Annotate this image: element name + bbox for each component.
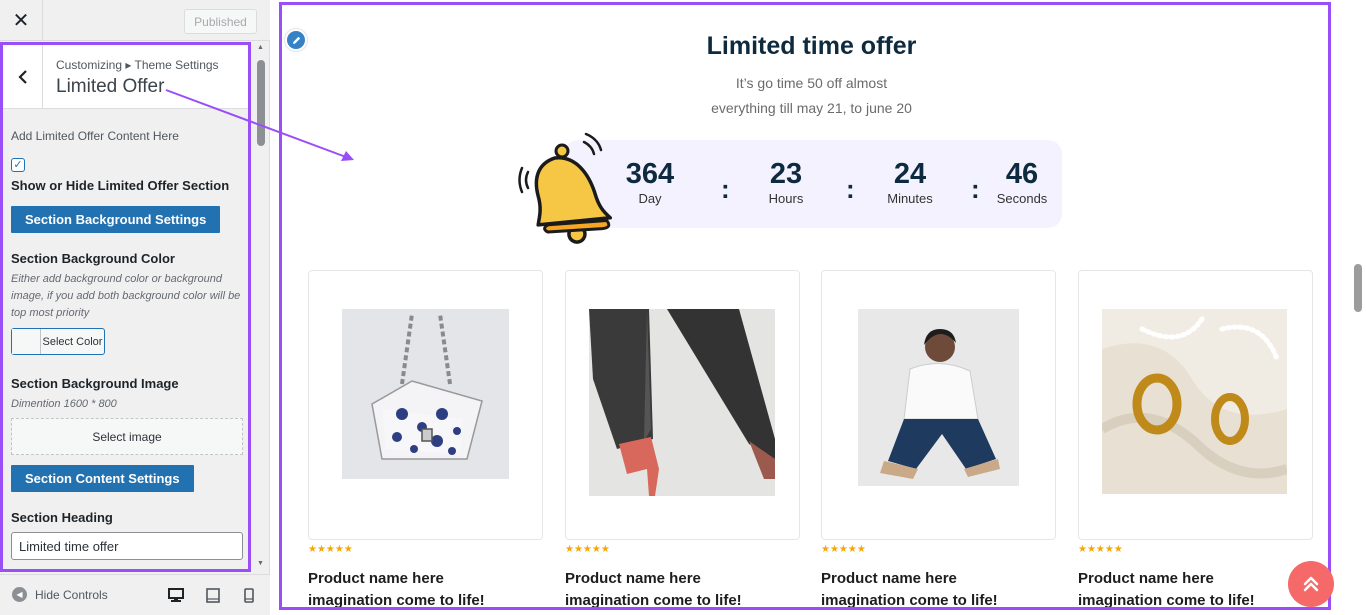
product-name-line1: Product name here (821, 570, 957, 587)
panel-controls: Add Limited Offer Content Here ✓ Show or… (11, 129, 243, 560)
hours-label: Hours (768, 191, 804, 206)
separator: : (846, 174, 855, 204)
bg-image-label: Section Background Image (11, 376, 179, 391)
panel-header: Customizing ▸ Theme Settings Limited Off… (3, 45, 248, 109)
product-name-line2: imagination come to life! (821, 592, 998, 609)
close-icon: ✕ (12, 10, 30, 32)
days-value: 364 (625, 158, 675, 190)
product-image-frame[interactable] (565, 270, 800, 540)
product-name-line1: Product name here (1078, 570, 1214, 587)
scroll-to-top-button[interactable] (1288, 561, 1334, 607)
offer-subtitle-line1: It’s go time 50 off almost (735, 75, 888, 91)
preview-scrollbar-thumb[interactable] (1354, 264, 1362, 312)
show-hide-label: Show or Hide Limited Offer Section (11, 178, 230, 193)
product-name-line2: imagination come to life! (1078, 592, 1255, 609)
offer-subtitle: It’s go time 50 off almost everything ti… (282, 71, 1328, 121)
separator: : (721, 174, 730, 204)
sidebar-scrollbar[interactable]: ▲ ▼ (254, 42, 268, 572)
preview-scrollbar[interactable] (1350, 0, 1366, 615)
select-image-button[interactable]: Select image (11, 418, 243, 455)
section-background-settings-button[interactable]: Section Background Settings (11, 206, 221, 233)
product-name[interactable]: Product name here imagination come to li… (1078, 568, 1313, 609)
product-name-line1: Product name here (308, 570, 444, 587)
mobile-icon (244, 587, 254, 603)
product-rating: ★★★★★ (1078, 544, 1123, 555)
show-hide-checkbox-wrap: ✓ (11, 158, 243, 172)
seconds-value: 46 (1005, 158, 1039, 190)
customizer-footer: ◀ Hide Controls (0, 574, 270, 615)
bell-icon (518, 132, 613, 244)
product-image-frame[interactable] (1078, 270, 1313, 540)
desktop-icon (168, 587, 184, 602)
back-button[interactable] (3, 45, 43, 109)
product-image-frame[interactable] (308, 270, 543, 540)
product-card[interactable]: ★★★★★ Product name here imagination come… (821, 270, 1056, 609)
offer-subtitle-line2: everything till may 21, to june 20 (711, 100, 912, 116)
hours-value: 23 (769, 158, 803, 190)
collapse-icon: ◀ (12, 587, 27, 602)
scroll-down-arrow-icon[interactable]: ▼ (257, 560, 264, 567)
product-card[interactable]: ★★★★★ Product name here imagination come… (1078, 270, 1313, 609)
product-name-line1: Product name here (565, 570, 701, 587)
intro-text: Add Limited Offer Content Here (11, 129, 179, 143)
tablet-icon (206, 587, 220, 603)
separator: : (971, 174, 980, 204)
minutes-value: 24 (893, 158, 927, 190)
offer-heading: Limited time offer (706, 32, 917, 60)
product-name-line2: imagination come to life! (308, 592, 485, 609)
color-swatch (12, 329, 41, 354)
product-image-trousers[interactable] (589, 309, 775, 496)
breadcrumb: Customizing ▸ Theme Settings (56, 58, 219, 72)
hide-controls-label: Hide Controls (35, 587, 108, 602)
tablet-preview-button[interactable] (205, 587, 221, 603)
check-icon: ✓ (13, 158, 23, 171)
show-hide-checkbox[interactable]: ✓ (11, 158, 25, 172)
site-preview: Limited time offer It’s go time 50 off a… (279, 2, 1331, 610)
sidebar-scrollbar-thumb[interactable] (257, 60, 265, 146)
desktop-preview-button[interactable] (168, 587, 184, 603)
bg-color-label: Section Background Color (11, 251, 175, 266)
product-image-earrings[interactable] (1102, 309, 1287, 494)
product-name-line2: imagination come to life! (565, 592, 742, 609)
mobile-preview-button[interactable] (241, 587, 257, 603)
minutes-label: Minutes (887, 191, 933, 206)
product-card[interactable]: ★★★★★ Product name here imagination come… (308, 270, 543, 609)
hide-controls-button[interactable]: ◀ Hide Controls (12, 587, 108, 602)
section-heading-input[interactable]: Limited time offer (11, 532, 243, 560)
customizer-app: ✕ Published Customizing ▸ Theme Settings… (0, 0, 1366, 615)
product-card[interactable]: ★★★★★ Product name here imagination come… (565, 270, 800, 609)
customizer-header: ✕ Published (0, 0, 270, 41)
chevron-left-icon (17, 70, 27, 84)
select-color-button[interactable]: Select Color (11, 328, 105, 355)
publish-button[interactable]: Published (184, 9, 257, 34)
countdown-minutes: 24 Minutes (870, 158, 950, 206)
limited-offer-panel: Customizing ▸ Theme Settings Limited Off… (0, 42, 251, 572)
product-rating: ★★★★★ (821, 544, 866, 555)
countdown-timer: 364 Day : 23 Hours : 24 Minutes : 46 Sec… (564, 140, 1062, 228)
section-content-settings-button[interactable]: Section Content Settings (11, 465, 194, 492)
customizer-sidebar: ✕ Published Customizing ▸ Theme Settings… (0, 0, 270, 615)
scroll-up-arrow-icon[interactable]: ▲ (257, 44, 264, 51)
product-name[interactable]: Product name here imagination come to li… (308, 568, 543, 609)
countdown-days: 364 Day (610, 158, 690, 206)
bg-color-description: Either add background color or backgroun… (11, 273, 241, 319)
panel-title: Limited Offer (56, 76, 165, 97)
days-label: Day (638, 191, 662, 206)
section-heading-label: Section Heading (11, 510, 113, 525)
countdown-hours: 23 Hours (746, 158, 826, 206)
countdown-seconds: 46 Seconds (982, 158, 1062, 206)
product-image-model[interactable] (858, 309, 1019, 486)
product-image-frame[interactable] (821, 270, 1056, 540)
select-color-label: Select Color (42, 335, 103, 348)
double-chevron-up-icon (1303, 576, 1319, 592)
close-customizer-button[interactable]: ✕ (0, 0, 43, 41)
seconds-label: Seconds (996, 191, 1048, 206)
product-name[interactable]: Product name here imagination come to li… (565, 568, 800, 609)
product-rating: ★★★★★ (308, 544, 353, 555)
product-rating: ★★★★★ (565, 544, 610, 555)
bg-image-dimension: Dimention 1600 * 800 (11, 398, 117, 410)
product-image-handbag[interactable] (342, 309, 509, 479)
product-name[interactable]: Product name here imagination come to li… (821, 568, 1056, 609)
